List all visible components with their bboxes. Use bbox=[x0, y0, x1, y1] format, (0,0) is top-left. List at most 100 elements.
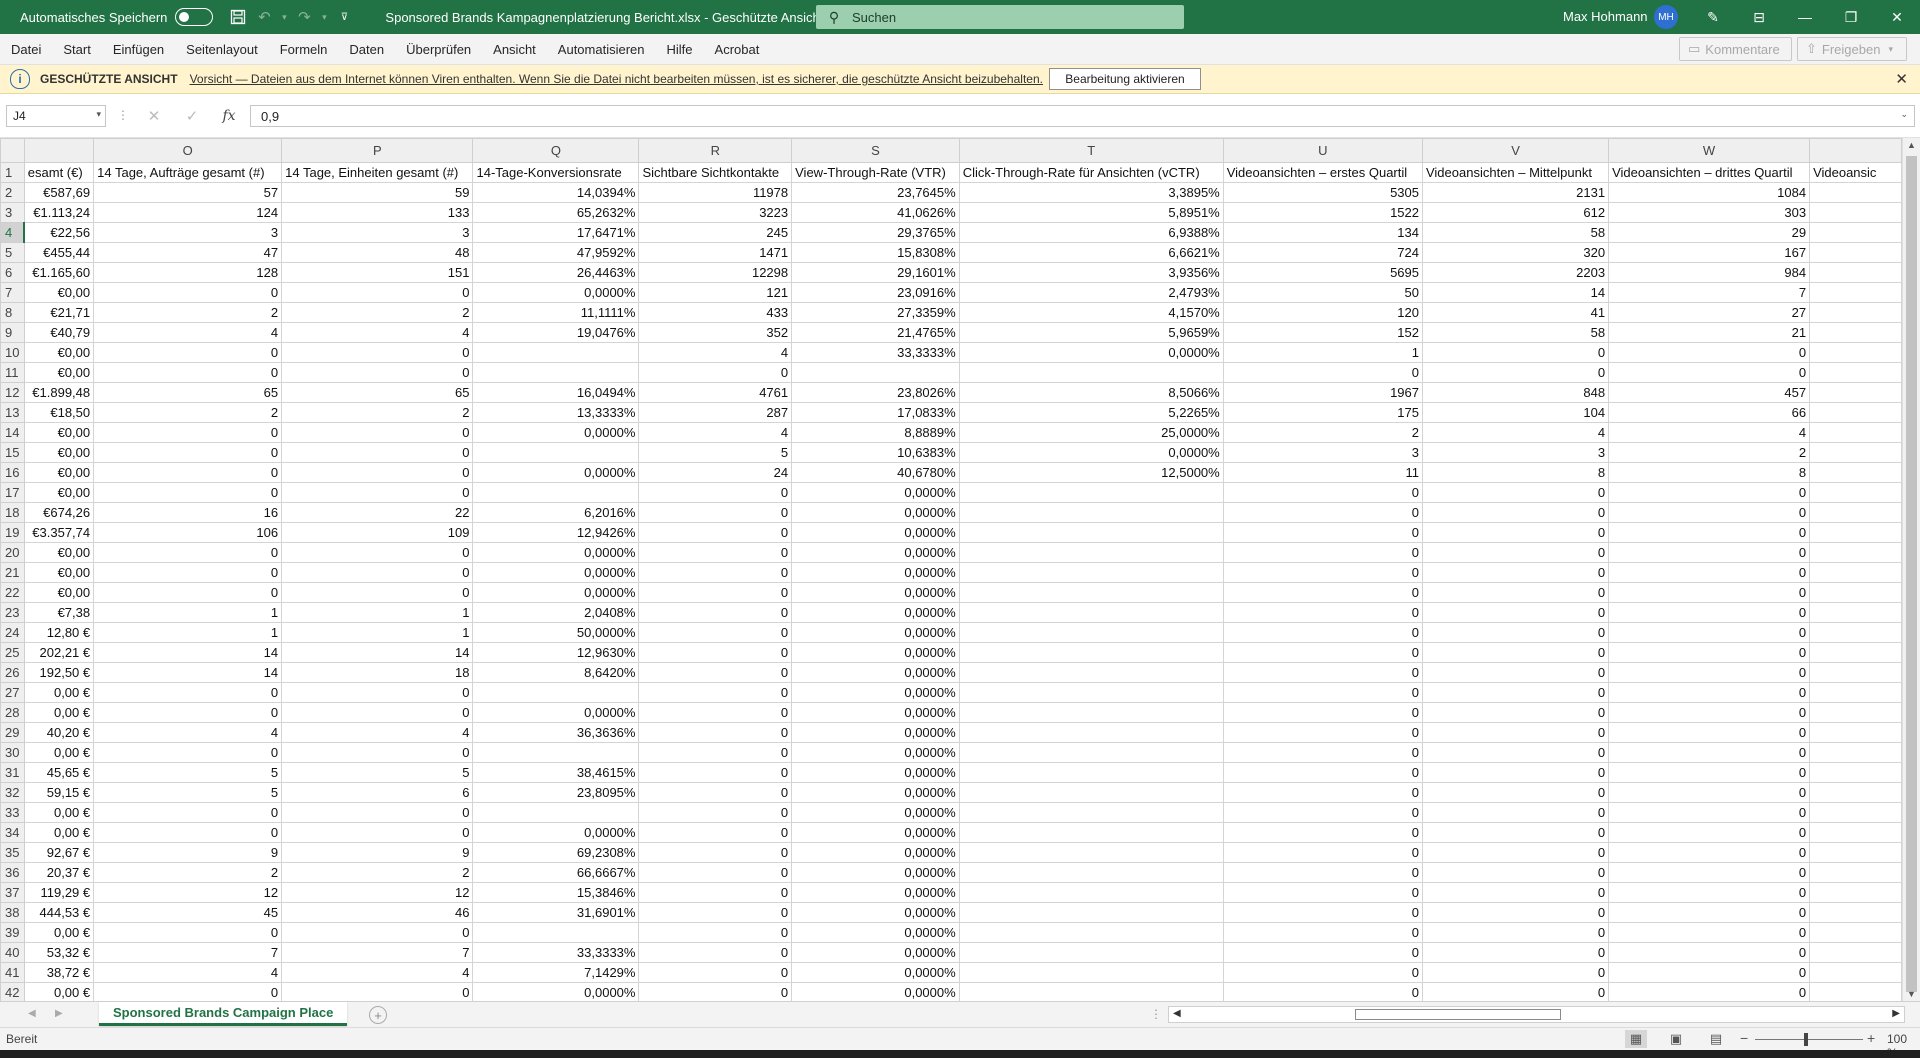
save-icon[interactable] bbox=[225, 4, 251, 30]
cell[interactable]: 0 bbox=[1608, 682, 1811, 703]
cell[interactable]: 0 bbox=[1421, 902, 1610, 923]
row-header[interactable]: 5 bbox=[0, 242, 25, 263]
cell[interactable] bbox=[472, 802, 640, 823]
cell[interactable]: 0 bbox=[1608, 782, 1811, 803]
cell[interactable]: 0 bbox=[281, 442, 474, 463]
minimize-icon[interactable]: — bbox=[1782, 0, 1828, 34]
scroll-left-icon[interactable]: ◀ bbox=[1173, 1008, 1181, 1019]
cell[interactable]: €0,00 bbox=[23, 362, 95, 383]
cell[interactable]: 0 bbox=[638, 822, 793, 843]
cell[interactable]: 66 bbox=[1608, 402, 1811, 423]
cell[interactable]: 0,0000% bbox=[958, 342, 1224, 363]
cell[interactable]: 4 bbox=[281, 962, 474, 983]
cell[interactable] bbox=[1809, 422, 1902, 443]
cell[interactable]: 2,0408% bbox=[472, 602, 640, 623]
cell[interactable]: 2131 bbox=[1421, 182, 1610, 203]
cell[interactable]: €0,00 bbox=[23, 582, 95, 603]
row-header[interactable]: 26 bbox=[0, 662, 25, 683]
cell[interactable]: 0 bbox=[638, 642, 793, 663]
cell[interactable]: 29,1601% bbox=[791, 262, 960, 283]
cell[interactable]: 0 bbox=[1608, 662, 1811, 683]
cell[interactable]: €3.357,74 bbox=[23, 522, 95, 543]
cell[interactable] bbox=[1809, 442, 1902, 463]
row-header[interactable]: 35 bbox=[0, 842, 25, 863]
cell[interactable]: 133 bbox=[281, 202, 474, 223]
cell[interactable]: 0 bbox=[1608, 882, 1811, 903]
cell[interactable]: 0 bbox=[281, 982, 474, 1001]
tab-start[interactable]: Start bbox=[52, 34, 101, 65]
cell[interactable]: 0,0000% bbox=[791, 902, 960, 923]
cell[interactable]: 0,0000% bbox=[472, 422, 640, 443]
cell[interactable]: 7,1429% bbox=[472, 962, 640, 983]
cell[interactable]: 0 bbox=[1608, 622, 1811, 643]
cell[interactable]: 0 bbox=[638, 562, 793, 583]
cell[interactable]: 50 bbox=[1222, 282, 1423, 303]
cell[interactable]: 0 bbox=[93, 702, 283, 723]
cell[interactable]: 0 bbox=[638, 942, 793, 963]
cell[interactable] bbox=[1809, 202, 1902, 223]
cell[interactable]: 53,32 € bbox=[23, 942, 95, 963]
cell[interactable] bbox=[1809, 522, 1902, 543]
undo-icon[interactable]: ↶ bbox=[251, 4, 277, 30]
cell[interactable]: 0 bbox=[1222, 562, 1423, 583]
cell[interactable]: 6,9388% bbox=[958, 222, 1224, 243]
cell[interactable] bbox=[1809, 342, 1902, 363]
cell[interactable]: 12 bbox=[281, 882, 474, 903]
cell[interactable]: 45,65 € bbox=[23, 762, 95, 783]
cell[interactable]: 50,0000% bbox=[472, 622, 640, 643]
cell[interactable]: 45 bbox=[93, 902, 283, 923]
cell[interactable]: 0 bbox=[1222, 942, 1423, 963]
cell[interactable]: 14 bbox=[281, 642, 474, 663]
cell[interactable]: 0 bbox=[1222, 682, 1423, 703]
cell[interactable]: 0 bbox=[1222, 582, 1423, 603]
cell[interactable]: 0 bbox=[281, 342, 474, 363]
tab-datei[interactable]: Datei bbox=[0, 34, 52, 65]
row-header[interactable]: 33 bbox=[0, 802, 25, 823]
cell[interactable]: 0 bbox=[638, 902, 793, 923]
enable-editing-button[interactable]: Bearbeitung aktivieren bbox=[1049, 68, 1201, 90]
restore-icon[interactable]: ❐ bbox=[1828, 0, 1874, 34]
cell[interactable]: 0 bbox=[638, 962, 793, 983]
row-header[interactable]: 11 bbox=[0, 362, 25, 383]
column-header[interactable]: P bbox=[281, 138, 474, 163]
cell[interactable]: 0 bbox=[638, 662, 793, 683]
vertical-scrollbar[interactable]: ▲ ▼ bbox=[1902, 138, 1920, 1001]
cell[interactable]: 4 bbox=[1421, 422, 1610, 443]
avatar[interactable]: MH bbox=[1654, 5, 1678, 29]
cell[interactable] bbox=[1809, 362, 1902, 383]
cell[interactable]: 8,8889% bbox=[791, 422, 960, 443]
cell[interactable]: 0,0000% bbox=[791, 522, 960, 543]
cell[interactable]: 0 bbox=[93, 682, 283, 703]
cell[interactable]: 12 bbox=[93, 882, 283, 903]
cell[interactable]: 57 bbox=[93, 182, 283, 203]
cell[interactable]: 1967 bbox=[1222, 382, 1423, 403]
cell[interactable]: 6 bbox=[281, 782, 474, 803]
cell[interactable] bbox=[1809, 742, 1902, 763]
cell[interactable] bbox=[958, 722, 1224, 743]
cell[interactable] bbox=[1809, 662, 1902, 683]
comments-button[interactable]: ▭ Kommentare bbox=[1679, 37, 1792, 61]
cell[interactable] bbox=[958, 682, 1224, 703]
cell[interactable]: 0 bbox=[1421, 782, 1610, 803]
cell[interactable]: 0,00 € bbox=[23, 822, 95, 843]
cell[interactable]: 26,4463% bbox=[472, 262, 640, 283]
page-layout-view-icon[interactable]: ▣ bbox=[1665, 1030, 1687, 1048]
cell[interactable]: 0 bbox=[93, 422, 283, 443]
scroll-up-icon[interactable]: ▲ bbox=[1907, 140, 1916, 150]
cell[interactable]: 0 bbox=[1608, 602, 1811, 623]
cell[interactable]: 23,8095% bbox=[472, 782, 640, 803]
scroll-right-icon[interactable]: ▶ bbox=[1892, 1008, 1900, 1019]
cell[interactable]: 18 bbox=[281, 662, 474, 683]
cell[interactable]: 0 bbox=[1608, 502, 1811, 523]
cell[interactable]: 0,0000% bbox=[791, 742, 960, 763]
cell[interactable]: 0,0000% bbox=[958, 442, 1224, 463]
cell[interactable]: 352 bbox=[638, 322, 793, 343]
cell[interactable] bbox=[1809, 962, 1902, 983]
cell[interactable]: 33,3333% bbox=[791, 342, 960, 363]
next-sheet-icon[interactable]: ▶ bbox=[55, 1008, 63, 1019]
cell[interactable]: 0 bbox=[1222, 622, 1423, 643]
cell[interactable]: 22 bbox=[281, 502, 474, 523]
cell[interactable] bbox=[958, 862, 1224, 883]
cell[interactable]: 0,0000% bbox=[791, 562, 960, 583]
cell[interactable] bbox=[958, 802, 1224, 823]
